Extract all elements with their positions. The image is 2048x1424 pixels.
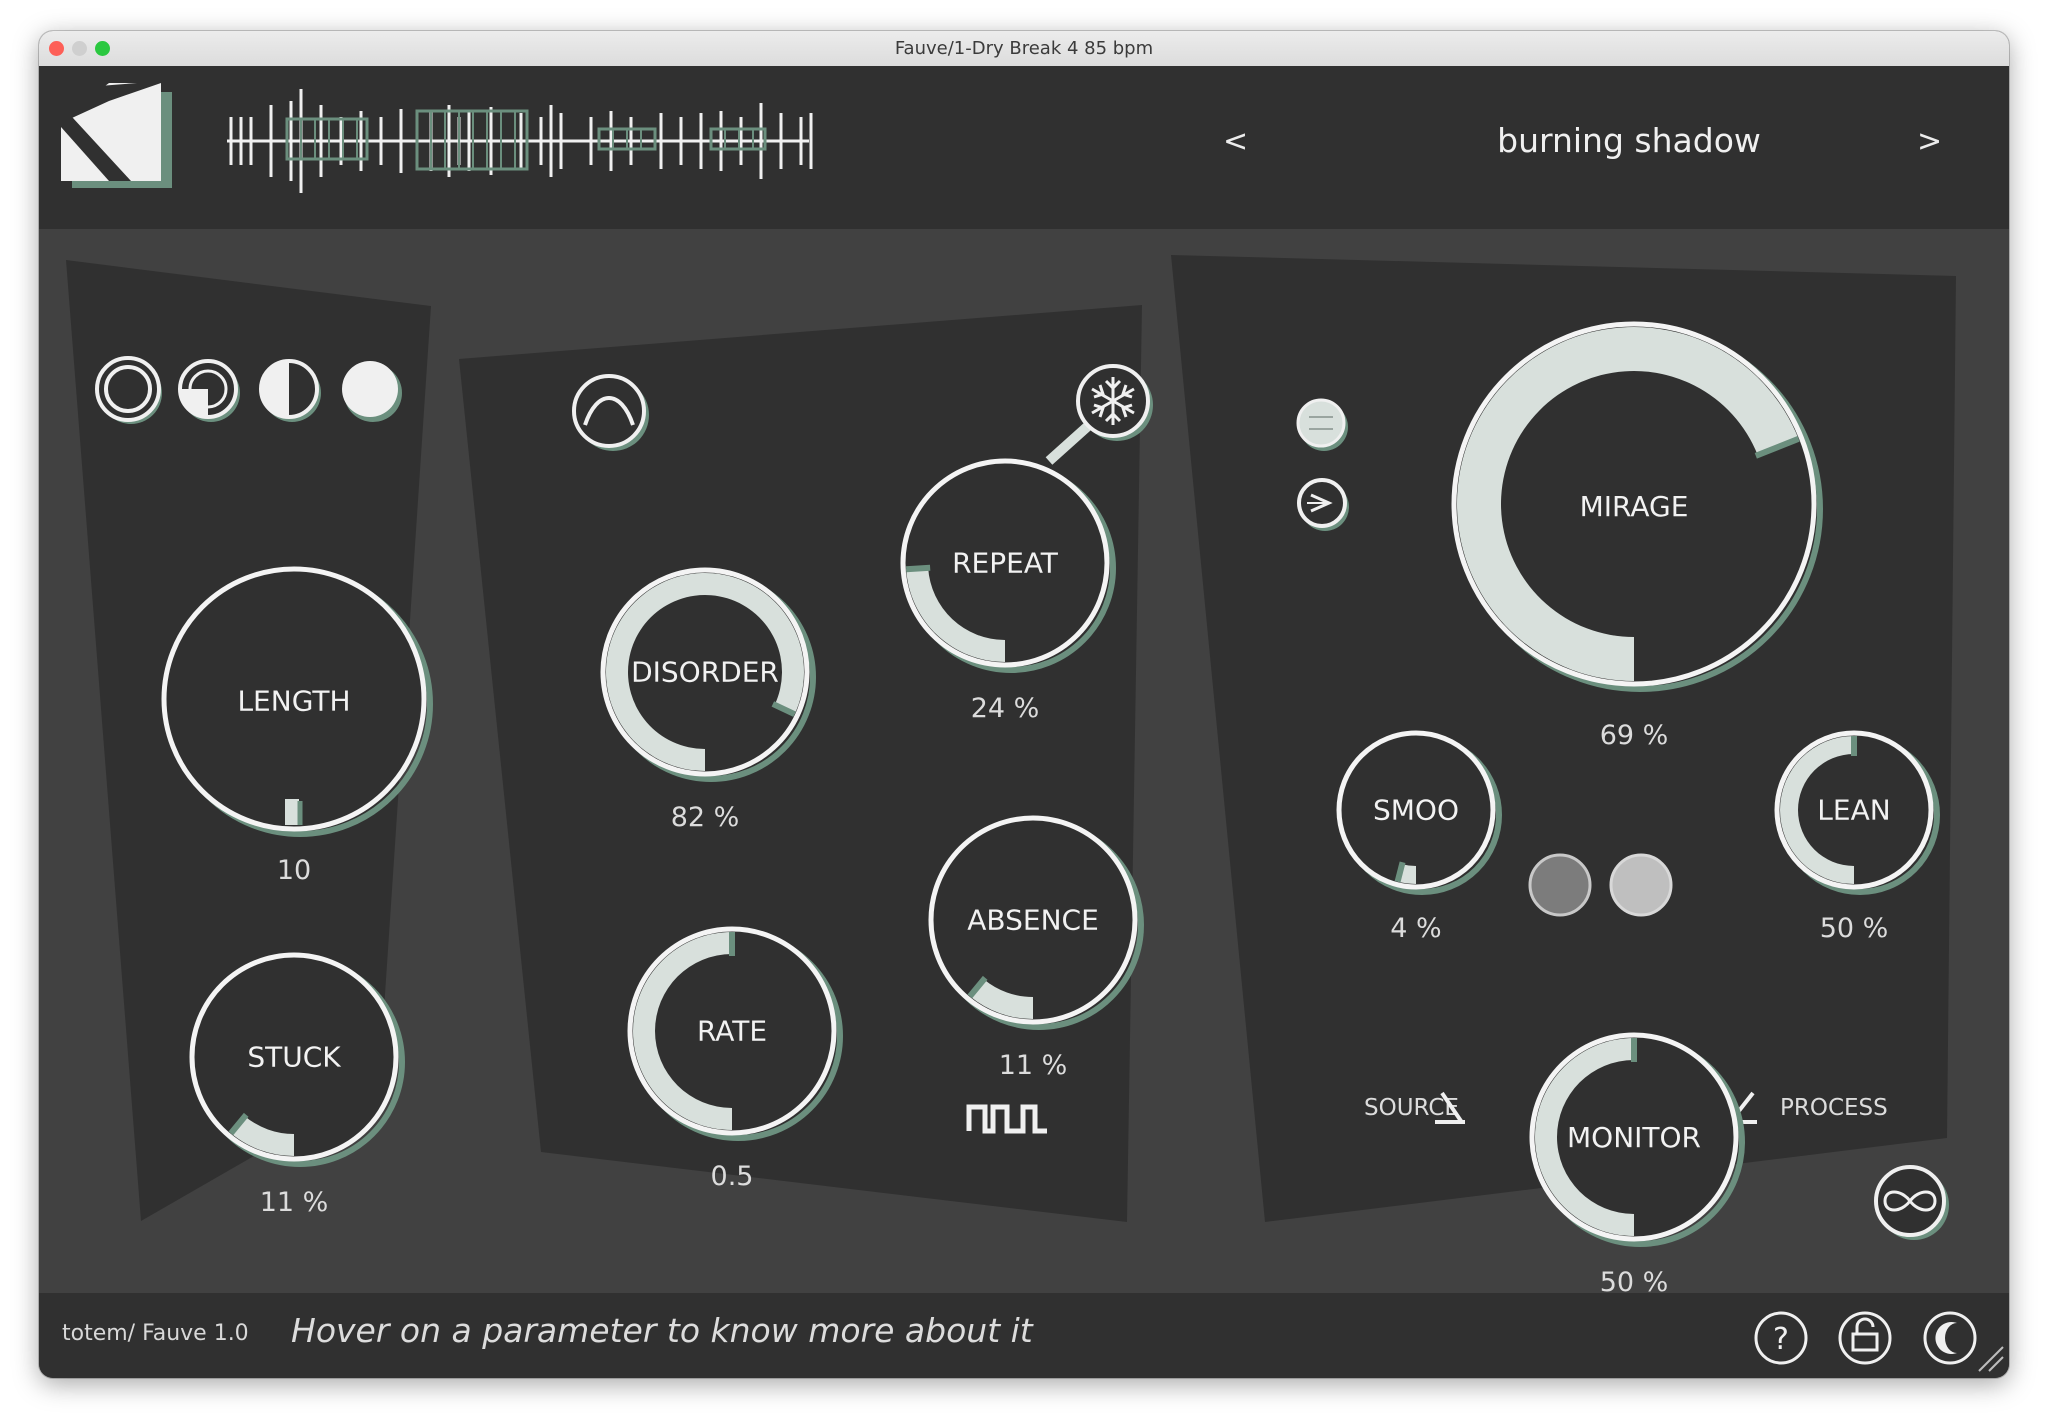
help-icon[interactable]: ? [1754, 1311, 1808, 1365]
smoo-label: SMOO [1373, 794, 1459, 827]
monitor-knob[interactable]: MONITOR [1529, 1032, 1745, 1247]
absence-knob[interactable]: ABSENCE [928, 815, 1144, 1030]
infinity-icon[interactable] [1874, 1165, 1949, 1240]
smoo-knob[interactable]: SMOO [1336, 730, 1502, 895]
repeat-value: 24 % [971, 693, 1040, 724]
circle-outline-icon[interactable] [95, 356, 162, 424]
stuck-value: 11 % [260, 1187, 329, 1218]
lock-icon[interactable] [1838, 1311, 1892, 1365]
lean-label: LEAN [1817, 794, 1890, 827]
stuck-label: STUCK [247, 1041, 341, 1074]
monitor-label: MONITOR [1567, 1121, 1701, 1154]
rate-value: 0.5 [711, 1161, 754, 1192]
waveform-display[interactable] [227, 89, 813, 193]
stuck-knob[interactable]: STUCK [189, 952, 405, 1167]
lean-knob[interactable]: LEAN [1774, 730, 1940, 895]
monitor-value: 50 % [1600, 1267, 1669, 1298]
disorder-label: DISORDER [631, 656, 779, 689]
mirage-label: MIRAGE [1580, 490, 1689, 523]
smoo-value: 4 % [1390, 913, 1441, 944]
repeat-label: REPEAT [952, 547, 1059, 580]
length-value: 10 [277, 855, 311, 886]
plugin-window: Fauve/1-Dry Break 4 85 bpm totem/ Fauve … [39, 31, 2009, 1378]
length-knob[interactable]: LENGTH [161, 566, 433, 837]
disorder-value: 82 % [671, 802, 740, 833]
svg-text:?: ? [1773, 1322, 1789, 1357]
disorder-knob[interactable]: DISORDER [600, 567, 816, 782]
moon-icon[interactable] [1923, 1311, 1977, 1365]
length-label: LENGTH [237, 685, 350, 718]
process-label: PROCESS [1780, 1095, 1888, 1121]
absence-value: 11 % [999, 1050, 1068, 1081]
mirage-value: 69 % [1600, 720, 1669, 751]
rate-knob[interactable]: RATE [627, 926, 843, 1141]
lean-value: 50 % [1820, 913, 1889, 944]
resize-grip-icon[interactable] [1978, 1346, 2004, 1372]
mirage-knob[interactable]: MIRAGE [1451, 321, 1823, 692]
repeat-knob[interactable]: REPEAT [900, 458, 1116, 673]
absence-label: ABSENCE [967, 904, 1099, 937]
brand-logo [61, 83, 172, 188]
rate-label: RATE [697, 1015, 767, 1048]
dot-light-icon[interactable] [1609, 853, 1673, 917]
dot-dark-icon[interactable] [1528, 853, 1592, 917]
